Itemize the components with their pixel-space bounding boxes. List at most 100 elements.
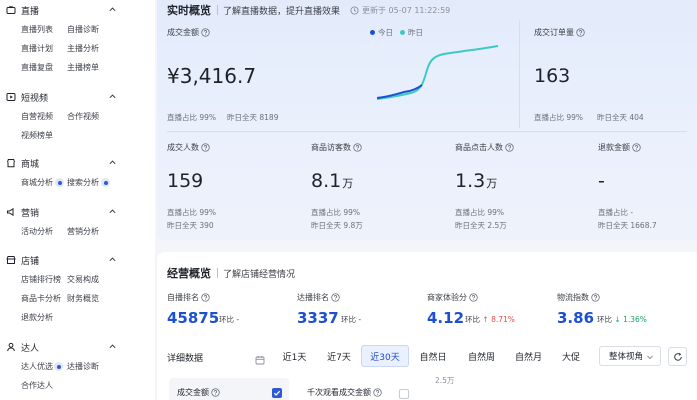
- sidebar-section-title: 营销: [21, 208, 40, 219]
- sidebar-section-header[interactable]: 短视频: [6, 90, 48, 104]
- sidebar-item[interactable]: 财务概览: [67, 293, 99, 304]
- sidebar-item[interactable]: 自营视频: [21, 111, 53, 122]
- divider: [519, 20, 520, 128]
- metric-ratio: 直播占比 99%: [455, 208, 505, 217]
- help-icon[interactable]: [469, 293, 478, 302]
- kpi-ring: 环比 ↓ 1.36%: [597, 315, 647, 324]
- help-icon[interactable]: [505, 143, 514, 152]
- marketing-icon: [6, 207, 16, 217]
- sidebar-item[interactable]: 商城分析: [21, 177, 53, 188]
- sidebar-item[interactable]: 合作达人: [21, 380, 53, 391]
- sidebar-item[interactable]: 主播榜单: [67, 62, 99, 73]
- divider: [217, 268, 218, 278]
- sidebar-section-header[interactable]: 商城: [6, 156, 39, 170]
- metric-value: -: [598, 170, 605, 192]
- chevron-up-icon[interactable]: [108, 255, 117, 264]
- help-icon[interactable]: [591, 293, 600, 302]
- sidebar-item[interactable]: 活动分析: [21, 226, 53, 237]
- sidebar-section-header[interactable]: 直播: [6, 3, 39, 17]
- refresh-button[interactable]: [668, 347, 687, 366]
- date-range-tab[interactable]: 近7天: [317, 345, 361, 367]
- chevron-up-icon[interactable]: [108, 342, 117, 351]
- metric-value: 159: [167, 170, 204, 192]
- sidebar-item[interactable]: 主播分析: [67, 43, 99, 54]
- date-range-tab[interactable]: 自然月: [506, 345, 551, 367]
- help-icon[interactable]: [353, 143, 362, 152]
- kpi-ring: 环比 -: [341, 315, 362, 324]
- sidebar-item[interactable]: 退款分析: [21, 312, 53, 323]
- help-icon[interactable]: [331, 293, 340, 302]
- orders-value: 163: [534, 65, 571, 87]
- date-range-tab[interactable]: 大促: [551, 345, 591, 367]
- sidebar-item[interactable]: 商品卡分析: [21, 293, 61, 304]
- metric-yesterday: 昨日全天 390: [167, 221, 214, 230]
- metric-yesterday: 昨日全天 9.8万: [311, 221, 363, 230]
- live-icon: [6, 5, 16, 15]
- date-range-tab[interactable]: 自然日: [409, 345, 457, 367]
- help-icon[interactable]: [632, 143, 641, 152]
- metric-yesterday: 昨日全天 1668.7: [598, 221, 657, 230]
- sidebar-section-header[interactable]: 店铺: [6, 253, 39, 267]
- trend-up-icon: ↑: [482, 315, 492, 324]
- help-icon[interactable]: [201, 143, 210, 152]
- help-icon[interactable]: [211, 388, 220, 397]
- kpi-value: 3337: [297, 309, 339, 327]
- help-icon[interactable]: [201, 293, 210, 302]
- sidebar-item[interactable]: 交易构成: [67, 274, 99, 285]
- metric-checkbox-unchecked[interactable]: [399, 389, 409, 399]
- realtime-desc: 了解直播数据，提升直播效果: [223, 6, 341, 17]
- help-icon[interactable]: [373, 388, 382, 397]
- video-icon: [6, 92, 16, 102]
- update-time: 更新于 05-07 11:22:59: [362, 5, 451, 15]
- metric-checkbox-checked[interactable]: [272, 388, 282, 398]
- sidebar-item[interactable]: 直播复盘: [21, 62, 53, 73]
- kpi-value: 45875: [167, 309, 220, 327]
- chevron-up-icon[interactable]: [108, 207, 117, 216]
- sidebar-section-title: 店铺: [21, 256, 40, 267]
- help-icon[interactable]: [201, 28, 210, 37]
- chevron-down-icon: [646, 353, 654, 361]
- sidebar-item[interactable]: 直播计划: [21, 43, 53, 54]
- gmv-yesterday: 昨日全天 8189: [227, 113, 279, 122]
- sidebar-item[interactable]: 视频榜单: [21, 130, 53, 141]
- kpi-ring: 环比 -: [219, 315, 240, 324]
- store-icon: [6, 255, 16, 265]
- kpi-value: 3.86: [557, 309, 595, 327]
- date-range-tab[interactable]: 近1天: [272, 345, 317, 367]
- chart-y-label: 2.5万: [435, 376, 455, 385]
- metric-option-gmv[interactable]: 成交金额: [169, 378, 289, 400]
- sidebar-section-title: 直播: [21, 6, 40, 17]
- metric-label: 成交人数: [167, 142, 210, 153]
- sidebar-section-title: 短视频: [21, 93, 49, 104]
- sidebar-section-header[interactable]: 营销: [6, 205, 39, 219]
- sidebar-section-header[interactable]: 达人: [6, 340, 39, 354]
- date-range-tab[interactable]: 近30天: [361, 345, 409, 367]
- kpi-label: 物流指数: [557, 292, 600, 303]
- chart-legend: 今日 昨日: [363, 27, 423, 38]
- sidebar-item[interactable]: 自播诊断: [67, 24, 99, 35]
- view-select[interactable]: 整体视角: [599, 346, 661, 366]
- sidebar-item[interactable]: 营销分析: [67, 226, 99, 237]
- sidebar-item[interactable]: 搜索分析: [67, 177, 99, 188]
- calendar-icon[interactable]: [255, 350, 265, 365]
- help-icon[interactable]: [576, 28, 585, 37]
- sidebar-item[interactable]: 合作视频: [67, 111, 99, 122]
- view-select-value: 整体视角: [609, 352, 644, 362]
- chevron-up-icon[interactable]: [108, 5, 117, 14]
- metric-label: 商品点击人数: [455, 142, 514, 153]
- kpi-label: 商家体验分: [427, 292, 478, 303]
- metric-label: 退款金额: [598, 142, 641, 153]
- kpi-label: 达播排名: [297, 292, 340, 303]
- metric-ratio: 直播占比 99%: [311, 208, 361, 217]
- ops-desc: 了解店铺经营情况: [223, 269, 296, 280]
- date-range-tab[interactable]: 自然周: [457, 345, 506, 367]
- trend-down-icon: ↓: [614, 315, 624, 324]
- sidebar-item[interactable]: 达播诊断: [67, 361, 99, 372]
- sidebar-item[interactable]: 店铺排行榜: [21, 274, 61, 285]
- sidebar-item[interactable]: 达人优选: [21, 361, 53, 372]
- metric-option-gpm[interactable]: 千次观看成交金额: [307, 387, 382, 398]
- chevron-up-icon[interactable]: [108, 92, 117, 101]
- chevron-up-icon[interactable]: [108, 158, 117, 167]
- realtime-panel: 实时概览 了解直播数据，提升直播效果 更新于 05-07 11:22:59 成交…: [157, 0, 697, 240]
- sidebar-item[interactable]: 直播列表: [21, 24, 53, 35]
